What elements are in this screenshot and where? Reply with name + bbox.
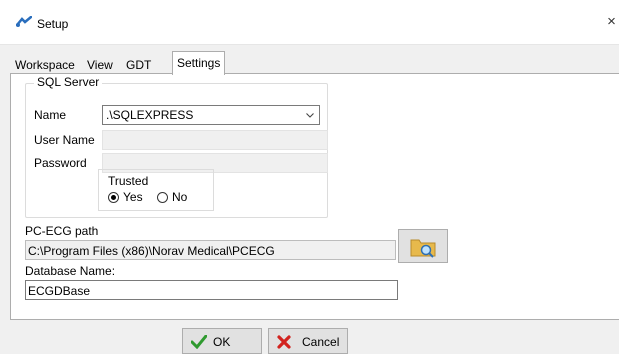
pc-ecg-path-value: C:\Program Files (x86)\Norav Medical\PCE… bbox=[28, 244, 275, 258]
cancel-x-icon bbox=[277, 335, 291, 349]
trusted-yes-label: Yes bbox=[123, 190, 143, 204]
trusted-yes-radio[interactable] bbox=[108, 192, 119, 203]
user-name-field[interactable] bbox=[102, 130, 328, 150]
database-name-field[interactable]: ECGDBase bbox=[25, 280, 398, 300]
window-title: Setup bbox=[37, 17, 69, 31]
cancel-label: Cancel bbox=[302, 335, 340, 349]
trusted-title: Trusted bbox=[108, 174, 149, 188]
tab-gdt[interactable]: GDT bbox=[121, 55, 156, 74]
close-button[interactable]: × bbox=[604, 10, 619, 34]
trusted-group: Trusted Yes No bbox=[98, 169, 214, 211]
checkmark-icon bbox=[191, 335, 207, 349]
tab-view[interactable]: View bbox=[82, 55, 118, 74]
trusted-no-radio[interactable] bbox=[157, 192, 168, 203]
tab-strip: Workspace View GDT Settings bbox=[10, 51, 610, 75]
user-name-label: User Name bbox=[34, 133, 95, 147]
server-name-combobox[interactable]: .\SQLEXPRESS bbox=[102, 105, 320, 125]
cancel-button[interactable]: Cancel bbox=[268, 328, 348, 354]
ok-button[interactable]: OK bbox=[182, 328, 262, 354]
sql-server-group: SQL Server Name .\SQLEXPRESS User Name P… bbox=[25, 75, 328, 218]
close-icon: × bbox=[607, 13, 616, 30]
tab-workspace[interactable]: Workspace bbox=[10, 55, 80, 74]
password-label: Password bbox=[34, 156, 87, 170]
pc-ecg-path-label: PC-ECG path bbox=[25, 224, 99, 238]
database-name-value: ECGDBase bbox=[28, 284, 91, 298]
server-name-value: .\SQLEXPRESS bbox=[106, 108, 194, 122]
chevron-down-icon[interactable] bbox=[306, 111, 314, 119]
folder-search-icon bbox=[410, 239, 436, 258]
tab-settings[interactable]: Settings bbox=[172, 51, 226, 75]
name-label: Name bbox=[34, 108, 67, 122]
pc-ecg-path-field[interactable]: C:\Program Files (x86)\Norav Medical\PCE… bbox=[25, 240, 396, 260]
title-bar: Setup × bbox=[0, 0, 619, 45]
ok-label: OK bbox=[213, 335, 231, 349]
browse-path-button[interactable] bbox=[398, 229, 448, 263]
sql-server-group-title: SQL Server bbox=[34, 75, 103, 89]
settings-panel: SQL Server Name .\SQLEXPRESS User Name P… bbox=[10, 73, 619, 320]
trusted-no-label: No bbox=[172, 190, 188, 204]
database-name-label: Database Name: bbox=[25, 264, 116, 278]
setup-app-icon bbox=[16, 16, 32, 27]
